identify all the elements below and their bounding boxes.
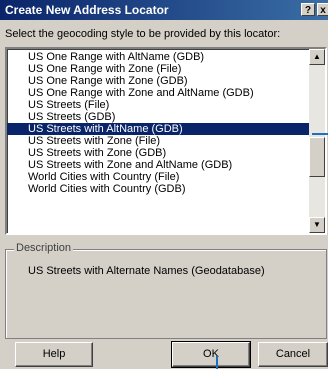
list-item[interactable]: US Streets with Zone (GDB) (7, 147, 313, 159)
style-prompt: Select the geocoding style to be provide… (5, 28, 281, 40)
vertical-scrollbar[interactable]: ▲ ▼ (309, 49, 325, 233)
list-item-selected[interactable]: US Streets with AltName (GDB) (7, 123, 313, 135)
cancel-button[interactable]: Cancel (258, 342, 328, 367)
list-item[interactable]: US Streets with Zone and AltName (GDB) (7, 159, 313, 171)
description-label: Description (14, 242, 74, 254)
up-arrow-icon: ▲ (313, 52, 321, 61)
scroll-down-button[interactable]: ▼ (309, 217, 325, 233)
list-item[interactable]: World Cities with Country (File) (7, 171, 313, 183)
scroll-thumb[interactable] (309, 137, 325, 177)
ok-button[interactable]: OK (171, 341, 251, 368)
style-list-items: US One Range with AltName (GDB) US One R… (7, 51, 313, 195)
list-item[interactable]: US Streets (GDB) (7, 111, 313, 123)
window-title: Create New Address Locator (5, 3, 169, 17)
description-text: US Streets with Alternate Names (Geodata… (28, 265, 265, 277)
description-group: Description (5, 242, 327, 339)
style-list[interactable]: US One Range with AltName (GDB) US One R… (5, 47, 327, 235)
list-item[interactable]: US One Range with Zone (GDB) (7, 75, 313, 87)
list-item[interactable]: US One Range with AltName (GDB) (7, 51, 313, 63)
list-item[interactable]: US Streets with Zone (File) (7, 135, 313, 147)
title-bar[interactable]: Create New Address Locator ? x (0, 0, 328, 20)
help-icon[interactable]: ? (301, 3, 315, 16)
list-item[interactable]: US One Range with Zone (File) (7, 63, 313, 75)
list-item[interactable]: World Cities with Country (GDB) (7, 183, 313, 195)
scroll-up-button[interactable]: ▲ (309, 49, 325, 65)
callout-pointer (216, 356, 218, 369)
callout-line (312, 133, 328, 135)
help-button[interactable]: Help (15, 342, 93, 367)
close-icon[interactable]: x (317, 3, 328, 16)
list-item[interactable]: US One Range with Zone and AltName (GDB) (7, 87, 313, 99)
list-item[interactable]: US Streets (File) (7, 99, 313, 111)
down-arrow-icon: ▼ (313, 220, 321, 229)
